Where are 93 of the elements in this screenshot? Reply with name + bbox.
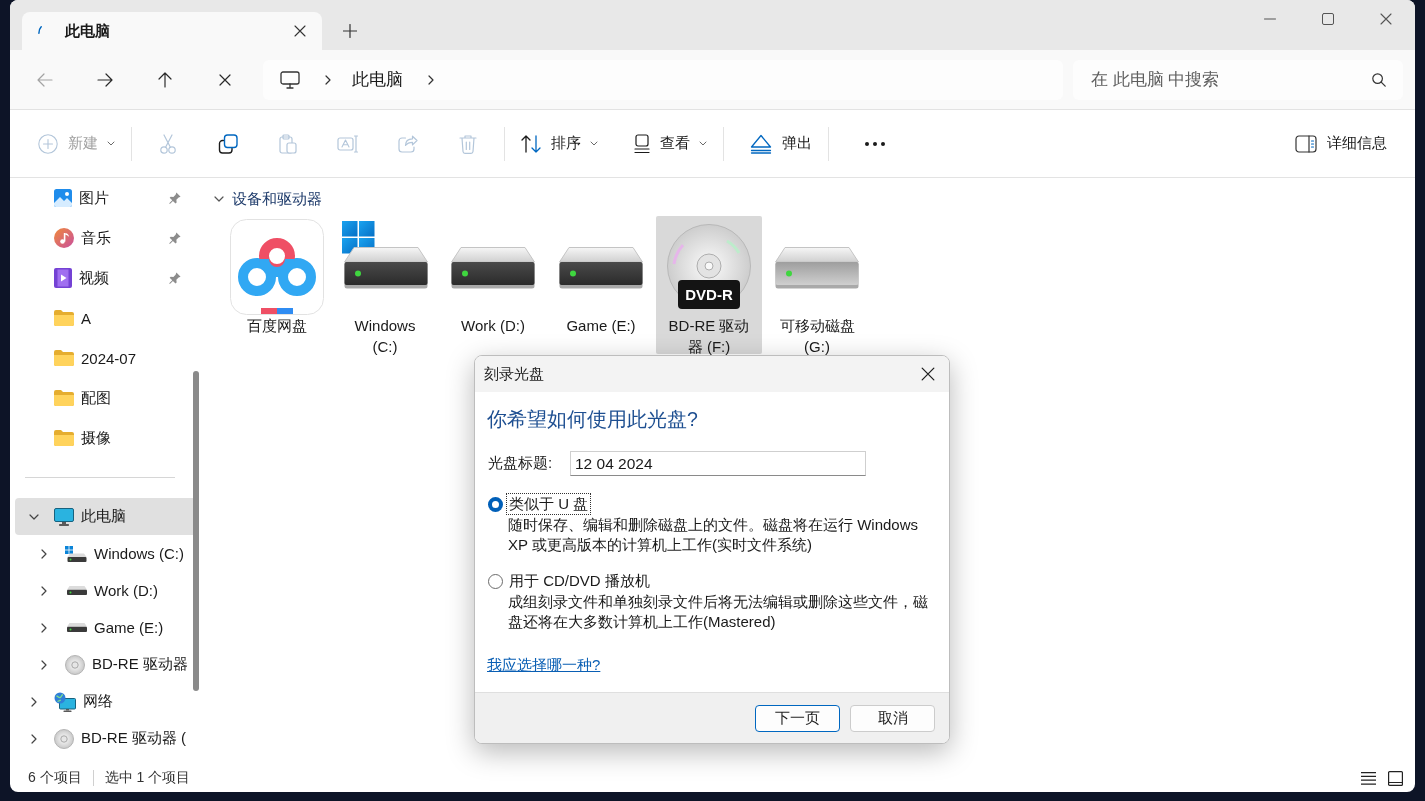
scissors-icon (160, 133, 176, 154)
sidebar-item[interactable]: 视频 (15, 258, 197, 298)
drive-icon (67, 623, 87, 632)
chevron-right-icon (325, 74, 331, 85)
drive-tile[interactable]: 百度网盘 (224, 216, 330, 354)
tree-item[interactable]: BD-RE 驱动器 ( (15, 720, 197, 757)
tree-item[interactable]: Game (E:) (15, 609, 197, 646)
sort-button[interactable]: 排序 (511, 123, 608, 164)
picture-icon (54, 189, 72, 207)
maximize-icon (1322, 13, 1334, 25)
dialog-heading: 你希望如何使用此光盘? (487, 407, 699, 432)
windows-drive-icon (342, 221, 428, 289)
copy-icon (218, 133, 238, 154)
search-field[interactable]: 在 此电脑 中搜索 (1073, 59, 1403, 100)
close-icon (1380, 13, 1392, 25)
tree-item[interactable]: 网络 (15, 683, 197, 720)
list-lines-icon (1361, 771, 1376, 785)
eject-icon (750, 133, 772, 154)
share-icon (398, 134, 418, 153)
details-pane-button[interactable]: 详细信息 (1285, 123, 1397, 164)
disc-icon (65, 654, 85, 675)
close-icon (219, 73, 231, 86)
drive-icon (67, 586, 87, 595)
tree-item[interactable]: Windows (C:) (15, 535, 197, 572)
trash-icon (459, 133, 477, 154)
scrollbar-thumb[interactable] (193, 371, 199, 691)
clipboard-icon (279, 133, 297, 154)
view-button[interactable]: 查看 (624, 123, 717, 164)
option-label[interactable]: 类似于 U 盘 (506, 493, 592, 515)
radio-button[interactable] (488, 573, 503, 589)
view-layout-icon (634, 133, 650, 154)
selection-count: 选中 1 个项目 (104, 769, 191, 787)
group-header[interactable]: 设备和驱动器 (232, 189, 322, 209)
plus-circle-icon (38, 133, 58, 154)
more-dots-icon (865, 141, 885, 146)
chevron-right-icon (428, 74, 434, 85)
breadcrumb-item[interactable]: 此电脑 (352, 68, 403, 91)
music-note-icon (54, 228, 74, 248)
sidebar-item[interactable]: 音乐 (15, 218, 197, 258)
disc-title-field[interactable]: 12 04 2024 (570, 451, 866, 476)
tree-item[interactable]: BD-RE 驱动器 (15, 646, 197, 683)
monitor-icon (54, 507, 74, 526)
search-icon (1372, 72, 1386, 87)
video-icon (54, 268, 72, 288)
sidebar-item[interactable]: 2024-07 (15, 338, 197, 378)
plus-icon (343, 24, 357, 38)
sidebar-item[interactable]: A (15, 298, 197, 338)
dialog-button[interactable]: 取消 (850, 704, 935, 732)
sidebar-item[interactable]: 配图 (15, 378, 197, 418)
hard-drive-icon (451, 247, 535, 289)
drive-tile[interactable]: DVD-R BD-RE 驱动器 (F:) (656, 216, 762, 354)
drive-tile[interactable]: Game (E:) (548, 216, 654, 354)
tree-item[interactable]: Work (D:) (15, 572, 197, 609)
folder-icon (54, 310, 74, 326)
dialog-title: 刻录光盘 (484, 364, 544, 384)
item-count: 6 个项目 (28, 769, 82, 787)
tab[interactable]: 此电脑 (22, 12, 322, 50)
right-arrow-icon (97, 72, 113, 87)
globe-monitor-icon (54, 691, 76, 712)
disc-icon (54, 728, 74, 749)
drive-tile[interactable]: Windows (C:) (332, 216, 438, 354)
close-icon (294, 25, 306, 37)
folder-icon (54, 430, 74, 446)
spinner-icon (38, 26, 42, 34)
option-description: 成组刻录文件和单独刻录文件后将无法编辑或删除这些文件，磁盘还将在大多数计算机上工作(Mastered) (508, 592, 928, 632)
dialog-button[interactable]: 下一页 (755, 704, 840, 732)
details-pane-icon (1295, 134, 1317, 153)
sidebar-item[interactable]: 摄像 (15, 418, 197, 458)
disc-type-label: DVD-R (678, 280, 740, 309)
drive-tile[interactable]: Work (D:) (440, 216, 546, 354)
eject-button[interactable]: 弹出 (740, 123, 822, 164)
folder-icon (54, 390, 74, 406)
removable-drive-icon (775, 247, 859, 289)
sort-arrows-icon (521, 134, 541, 153)
cloud-app-icon (230, 219, 324, 315)
text-box-icon (337, 134, 359, 153)
square-view-icon (1388, 770, 1403, 786)
folder-icon (54, 350, 74, 366)
radio-button[interactable] (488, 496, 503, 512)
left-arrow-icon (37, 72, 53, 87)
sidebar-item[interactable]: 图片 (15, 178, 197, 218)
field-label: 光盘标题: (488, 454, 554, 473)
monitor-icon (280, 70, 300, 89)
up-arrow-icon (158, 71, 172, 88)
drive-tile[interactable]: 可移动磁盘 (G:) (764, 216, 870, 354)
windows-drive-icon (65, 545, 87, 562)
option-description: 随时保存、编辑和删除磁盘上的文件。磁盘将在运行 Windows XP 或更高版本的计算机上工作(实时文件系统) (508, 515, 920, 555)
help-link[interactable]: 我应选择哪一种? (487, 656, 601, 675)
minimize-icon (1264, 18, 1276, 20)
address-bar[interactable]: 此电脑 (263, 59, 1063, 100)
hard-drive-icon (559, 247, 643, 289)
option-label[interactable]: 用于 CD/DVD 播放机 (506, 570, 653, 592)
close-icon (921, 367, 935, 381)
